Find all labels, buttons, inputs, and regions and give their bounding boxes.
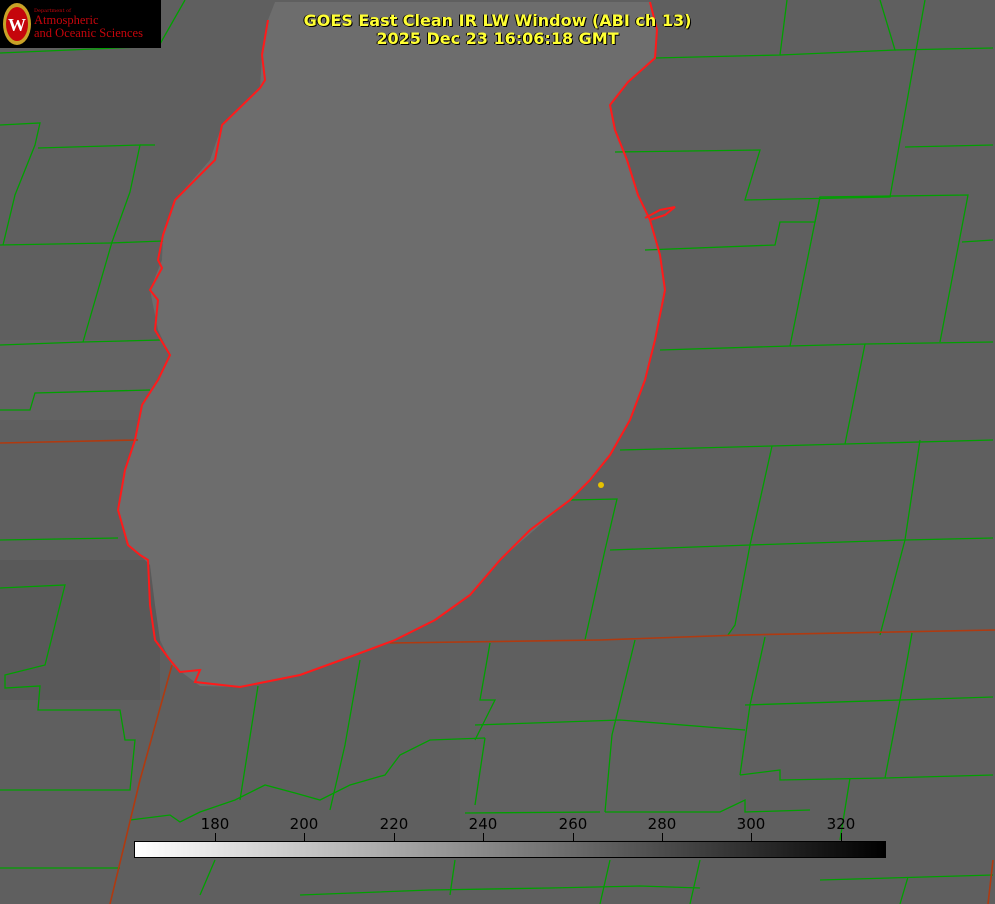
- cloud-band: [0, 560, 160, 700]
- colorbar-tick-label: 200: [289, 815, 319, 833]
- colorbar-tick: [662, 833, 663, 841]
- colorbar-tick-label: 300: [736, 815, 766, 833]
- logo-line2: and Oceanic Sciences: [34, 26, 143, 40]
- satellite-map: GOES East Clean IR LW Window (ABI ch 13)…: [0, 0, 995, 904]
- colorbar-tick: [483, 833, 484, 841]
- location-marker: [598, 482, 604, 488]
- colorbar-tick-label: 320: [826, 815, 856, 833]
- colorbar-tick: [394, 833, 395, 841]
- colorbar-tick-label: 260: [558, 815, 588, 833]
- map-canvas: [0, 0, 995, 904]
- colorbar-tick: [304, 833, 305, 841]
- aos-logo: W Department of Atmospheric and Oceanic …: [0, 0, 161, 48]
- colorbar: [134, 841, 886, 858]
- colorbar-tick-label: 180: [200, 815, 230, 833]
- svg-text:W: W: [8, 15, 26, 35]
- colorbar-tick-label: 280: [647, 815, 677, 833]
- colorbar-tick: [841, 833, 842, 841]
- uw-crest-icon: W: [3, 3, 31, 45]
- colorbar-tick-label: 220: [379, 815, 409, 833]
- colorbar-tick: [751, 833, 752, 841]
- colorbar-tick: [573, 833, 574, 841]
- colorbar-tick-label: 240: [468, 815, 498, 833]
- colorbar-tick: [215, 833, 216, 841]
